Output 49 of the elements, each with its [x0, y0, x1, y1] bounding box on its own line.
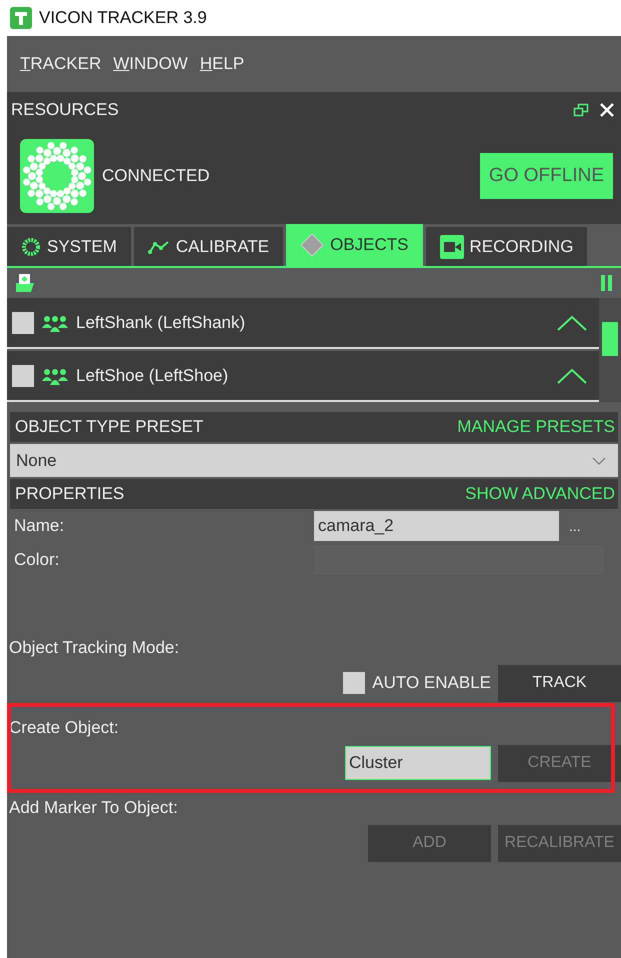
- more-button[interactable]: ...: [559, 518, 591, 534]
- track-button[interactable]: TRACK: [498, 664, 621, 702]
- diamond-icon: [300, 233, 324, 257]
- field-label: Color:: [14, 550, 60, 570]
- people-icon: [42, 366, 68, 384]
- field-label: Name:: [14, 516, 66, 536]
- preset-dropdown[interactable]: None: [10, 444, 618, 477]
- scrollbar[interactable]: [599, 298, 621, 402]
- chevron-down-icon: [592, 456, 606, 464]
- chevron-icon[interactable]: [557, 314, 587, 330]
- menu-item[interactable]: TRACKER: [17, 52, 104, 76]
- checkbox-label: AUTO ENABLE: [372, 673, 491, 693]
- pause-icon[interactable]: [601, 275, 613, 291]
- checkbox[interactable]: [343, 672, 366, 694]
- tab[interactable]: SYSTEM: [7, 227, 131, 266]
- section-label: Object Tracking Mode:: [8, 637, 180, 659]
- show-advanced-link[interactable]: SHOW ADVANCED: [465, 484, 615, 504]
- section-label: Create Object:: [8, 717, 120, 739]
- ring-icon: [21, 236, 41, 256]
- tab[interactable]: CALIBRATE: [134, 227, 284, 266]
- object-name: LeftShoe (LeftShoe): [76, 366, 228, 386]
- go-offline-button[interactable]: GO OFFLINE: [480, 153, 613, 199]
- wand-icon: [148, 238, 170, 254]
- object-name: LeftShank (LeftShank): [76, 312, 246, 332]
- app-logo-icon: [9, 6, 33, 30]
- chevron-icon[interactable]: [557, 368, 587, 384]
- connection-status-icon: [20, 139, 94, 213]
- name-field[interactable]: camara_2: [314, 511, 559, 541]
- checkbox[interactable]: [12, 364, 34, 386]
- checkbox[interactable]: [12, 312, 34, 334]
- panel-title: RESOURCES: [11, 100, 119, 120]
- tab[interactable]: RECORDING: [426, 227, 588, 266]
- restore-icon[interactable]: [573, 102, 589, 118]
- object-row[interactable]: LeftShoe (LeftShoe): [7, 351, 599, 402]
- tab[interactable]: OBJECTS: [286, 224, 423, 266]
- camera-icon: [440, 234, 464, 258]
- section-label: Add Marker To Object:: [8, 797, 178, 819]
- people-icon: [42, 314, 68, 332]
- status-text: CONNECTED: [102, 166, 210, 186]
- import-object-icon[interactable]: [14, 273, 36, 293]
- section-title: PROPERTIES: [15, 484, 124, 504]
- manage-presets-link[interactable]: MANAGE PRESETS: [457, 417, 615, 437]
- menu-item[interactable]: HELP: [196, 52, 248, 76]
- window-title: VICON TRACKER 3.9: [39, 8, 207, 28]
- close-icon[interactable]: [599, 102, 615, 118]
- object-row[interactable]: LeftShank (LeftShank): [7, 298, 599, 349]
- menu-item[interactable]: WINDOW: [110, 52, 191, 76]
- object-name-field[interactable]: Cluster: [345, 746, 491, 780]
- section-title: OBJECT TYPE PRESET: [15, 417, 204, 437]
